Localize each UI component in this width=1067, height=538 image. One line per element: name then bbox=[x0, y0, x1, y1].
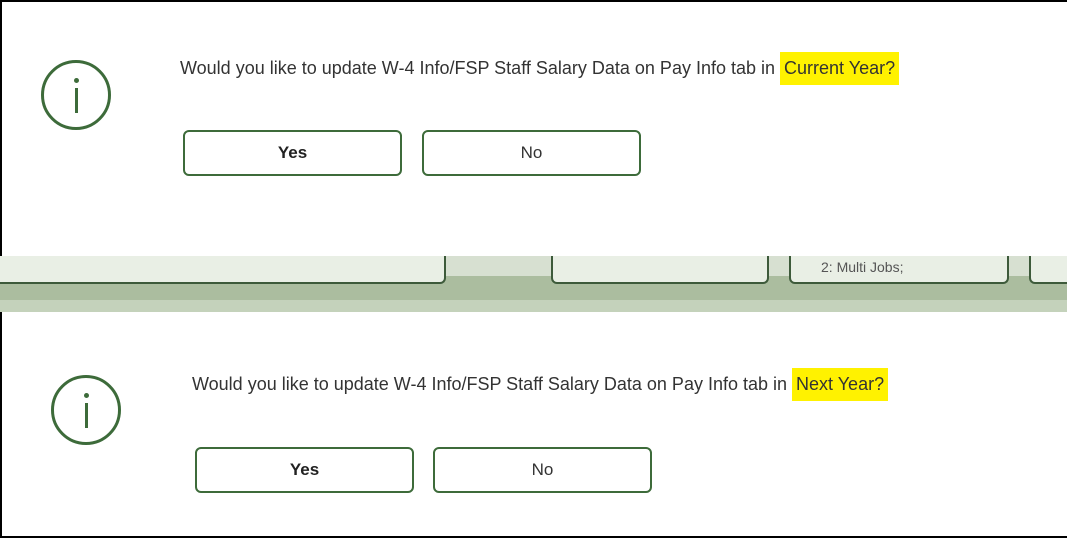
dialog-message-highlight: Current Year? bbox=[780, 52, 900, 85]
background-field-label: 2: Multi Jobs; bbox=[821, 259, 904, 275]
yes-button[interactable]: Yes bbox=[183, 130, 402, 176]
info-icon bbox=[41, 60, 111, 130]
dialog-message: Would you like to update W-4 Info/FSP St… bbox=[180, 52, 900, 85]
dialog-message: Would you like to update W-4 Info/FSP St… bbox=[192, 368, 889, 401]
info-icon bbox=[51, 375, 121, 445]
yes-button[interactable]: Yes bbox=[195, 447, 414, 493]
background-field-2 bbox=[551, 256, 769, 284]
update-current-year-dialog: Would you like to update W-4 Info/FSP St… bbox=[0, 0, 1067, 256]
background-field-3: 2: Multi Jobs; bbox=[789, 256, 1009, 284]
dialog-message-text: Would you like to update W-4 Info/FSP St… bbox=[192, 374, 793, 394]
background-field-4 bbox=[1029, 256, 1067, 284]
background-page: 2: Multi Jobs; bbox=[0, 256, 1067, 312]
no-button[interactable]: No bbox=[422, 130, 641, 176]
update-next-year-dialog: Would you like to update W-4 Info/FSP St… bbox=[0, 312, 1067, 538]
no-button[interactable]: No bbox=[433, 447, 652, 493]
dialog-message-text: Would you like to update W-4 Info/FSP St… bbox=[180, 58, 781, 78]
background-band-bottom bbox=[0, 300, 1067, 312]
background-field-1 bbox=[0, 256, 446, 284]
dialog-message-highlight: Next Year? bbox=[792, 368, 889, 401]
